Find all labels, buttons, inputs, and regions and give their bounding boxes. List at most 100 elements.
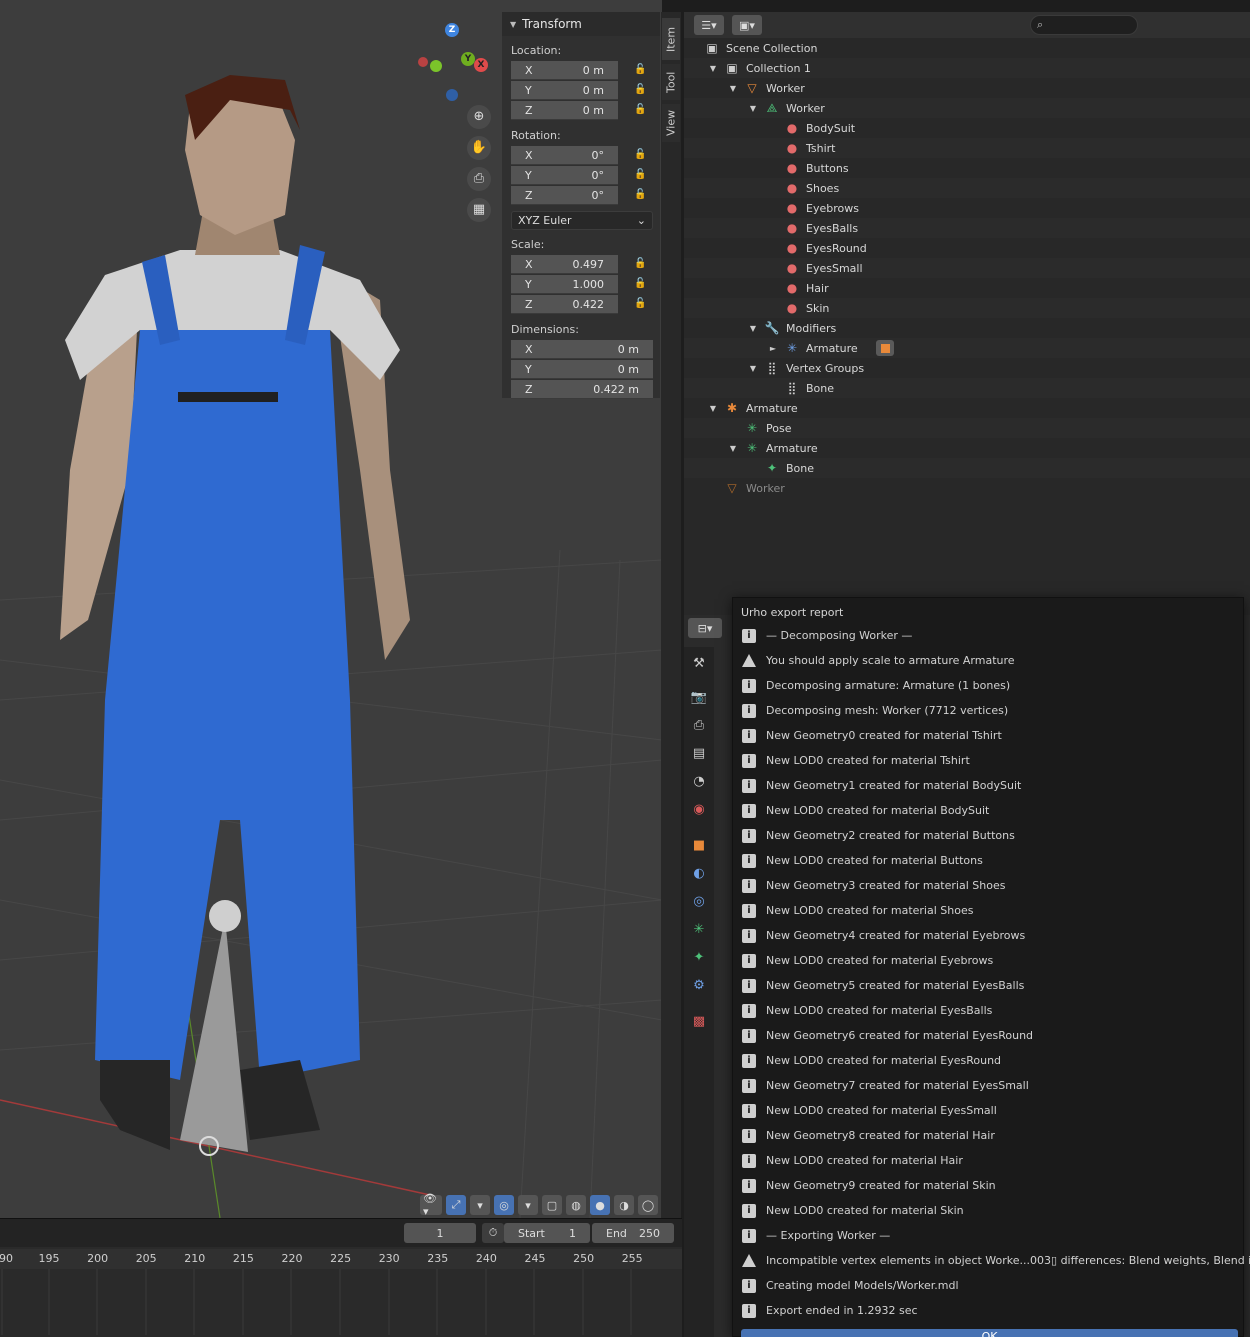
view-layer-tab-icon[interactable]: ▤ (689, 743, 709, 763)
outliner-row[interactable]: ● Shoes (684, 178, 1250, 198)
gizmo-neg-z-icon[interactable] (446, 89, 458, 101)
gizmo-neg-y-icon[interactable] (430, 60, 442, 72)
object-tab-icon[interactable]: ■ (689, 835, 709, 855)
outliner-row[interactable]: ▼ ▣ Collection 1 (684, 58, 1250, 78)
lock-icon[interactable]: 🔓 (634, 104, 648, 116)
rotation-y-field[interactable]: Y 0° (511, 166, 618, 185)
filter-icon[interactable]: ▣▾ (732, 15, 762, 35)
outliner-row[interactable]: ✦ Bone (684, 458, 1250, 478)
scene-tab-icon[interactable]: ◔ (689, 771, 709, 791)
end-frame-field[interactable]: End 250 (592, 1223, 674, 1243)
wireframe-shading-icon[interactable]: ◍ (566, 1195, 586, 1215)
gizmo-y-icon[interactable]: Y (461, 52, 475, 66)
expanded-arrow-icon[interactable]: ▼ (748, 324, 758, 333)
expanded-arrow-icon[interactable]: ▼ (728, 444, 738, 453)
start-frame-field[interactable]: Start 1 (504, 1223, 590, 1243)
overlay-toggle-icon[interactable]: ◎ (494, 1195, 514, 1215)
expanded-arrow-icon[interactable]: ▼ (748, 104, 758, 113)
collapse-triangle-icon[interactable]: ▼ (510, 20, 516, 29)
physics-tab-icon[interactable]: ✳ (689, 919, 709, 939)
outliner-row[interactable]: ▼ ✱ Armature (684, 398, 1250, 418)
rendered-shading-icon[interactable]: ◯ (638, 1195, 658, 1215)
modifier-tab-icon[interactable]: ◐ (689, 863, 709, 883)
outliner-row[interactable]: ● EyesSmall (684, 258, 1250, 278)
pan-hand-icon[interactable]: ✋ (467, 136, 491, 160)
outliner-row[interactable]: ● EyesBalls (684, 218, 1250, 238)
lock-icon[interactable]: 🔓 (634, 84, 648, 96)
outliner-row[interactable]: ▼ ⣿ Vertex Groups (684, 358, 1250, 378)
dimensions-z-field[interactable]: Z 0.422 m (511, 380, 653, 399)
lock-icon[interactable]: 🔓 (634, 189, 648, 201)
outliner-row[interactable]: ▽ Worker (684, 478, 1250, 498)
gizmo-dropdown-icon[interactable]: ▾ (470, 1195, 490, 1215)
outliner-row[interactable]: ▣ Scene Collection (684, 38, 1250, 58)
material-shading-icon[interactable]: ◑ (614, 1195, 634, 1215)
stopwatch-icon[interactable]: ⏱ (482, 1223, 504, 1243)
outliner-row[interactable]: ► ✳ Armature (684, 338, 1250, 358)
expanded-arrow-icon[interactable]: ▼ (708, 404, 718, 413)
expanded-arrow-icon[interactable]: ▼ (748, 364, 758, 373)
rotation-x-field[interactable]: X 0° (511, 146, 618, 165)
outliner-row[interactable]: ● Hair (684, 278, 1250, 298)
lock-icon[interactable]: 🔓 (634, 298, 648, 310)
outliner-row[interactable]: ● Buttons (684, 158, 1250, 178)
modifier-edit-mode-icon[interactable] (876, 340, 894, 356)
tool-settings-tab-icon[interactable]: ⚒ (689, 653, 709, 673)
lock-icon[interactable]: 🔓 (634, 278, 648, 290)
outliner-row[interactable]: ● BodySuit (684, 118, 1250, 138)
dimensions-y-field[interactable]: Y 0 m (511, 360, 653, 379)
location-x-field[interactable]: X 0 m (511, 61, 618, 80)
current-frame-field[interactable]: 1 (404, 1223, 476, 1243)
outliner-row[interactable]: ▼ ✳ Armature (684, 438, 1250, 458)
render-tab-icon[interactable]: 📷 (689, 687, 709, 707)
lock-icon[interactable]: 🔓 (634, 64, 648, 76)
rotation-z-field[interactable]: Z 0° (511, 186, 618, 205)
ok-button[interactable]: OK (741, 1329, 1238, 1337)
gizmo-z-icon[interactable]: Z (445, 23, 459, 37)
timeline-editor[interactable]: 1 ⏱ Start 1 End 250 90 195 200 205 210 215 220… (0, 1218, 682, 1337)
lock-icon[interactable]: 🔓 (634, 169, 648, 181)
zoom-icon[interactable]: ⊕ (467, 105, 491, 129)
particles-tab-icon[interactable]: ◎ (689, 891, 709, 911)
scale-x-field[interactable]: X 0.497 (511, 255, 618, 274)
solid-shading-icon[interactable]: ● (590, 1195, 610, 1215)
outliner-row[interactable]: ✳ Pose (684, 418, 1250, 438)
expanded-arrow-icon[interactable]: ▼ (728, 84, 738, 93)
location-y-field[interactable]: Y 0 m (511, 81, 618, 100)
outliner-row[interactable]: ● Eyebrows (684, 198, 1250, 218)
display-mode-icon[interactable]: ☰▾ (694, 15, 724, 35)
scale-z-field[interactable]: Z 0.422 (511, 295, 618, 314)
collapsed-arrow-icon[interactable]: ► (768, 344, 778, 353)
outliner-row[interactable]: ⣿ Bone (684, 378, 1250, 398)
lock-icon[interactable]: 🔓 (634, 149, 648, 161)
lock-icon[interactable]: 🔓 (634, 258, 648, 270)
location-z-field[interactable]: Z 0 m (511, 101, 618, 120)
overlay-dropdown-icon[interactable]: ▾ (518, 1195, 538, 1215)
tab-item[interactable]: Item (662, 18, 680, 60)
outliner-row[interactable]: ▼ ▽ Worker (684, 78, 1250, 98)
ortho-grid-icon[interactable]: ▦ (467, 198, 491, 222)
outliner-row[interactable]: ● Skin (684, 298, 1250, 318)
outliner-search-input[interactable]: ⌕ (1030, 15, 1138, 35)
gizmo-neg-x-icon[interactable] (418, 57, 428, 67)
timeline-ruler[interactable]: 90 195 200 205 210 215 220 225 230 235 240 245 250 25… (0, 1249, 682, 1269)
tab-view[interactable]: View (662, 104, 680, 142)
xray-toggle-icon[interactable]: ▢ (542, 1195, 562, 1215)
constraints-tab-icon[interactable]: ✦ (689, 947, 709, 967)
transform-panel-header[interactable]: ▼ Transform (502, 12, 660, 36)
tab-tool[interactable]: Tool (662, 64, 680, 100)
outliner-row[interactable]: ▼ ⟁ Worker (684, 98, 1250, 118)
camera-view-icon[interactable]: ⎙ (467, 167, 491, 191)
gizmo-toggle-icon[interactable]: ⤢ (446, 1195, 466, 1215)
data-tab-icon[interactable]: ⚙ (689, 975, 709, 995)
world-tab-icon[interactable]: ◉ (689, 799, 709, 819)
expanded-arrow-icon[interactable]: ▼ (708, 64, 718, 73)
texture-tab-icon[interactable]: ▩ (689, 1011, 709, 1031)
outliner-row[interactable]: ● EyesRound (684, 238, 1250, 258)
editor-type-icon[interactable]: ⊟▾ (688, 618, 722, 638)
outliner-row[interactable]: ● Tshirt (684, 138, 1250, 158)
gizmo-x-icon[interactable]: X (474, 58, 488, 72)
rotation-mode-select[interactable]: XYZ Euler ⌄ (511, 211, 653, 230)
visibility-eye-icon[interactable]: 👁▾ (420, 1192, 442, 1218)
scale-y-field[interactable]: Y 1.000 (511, 275, 618, 294)
